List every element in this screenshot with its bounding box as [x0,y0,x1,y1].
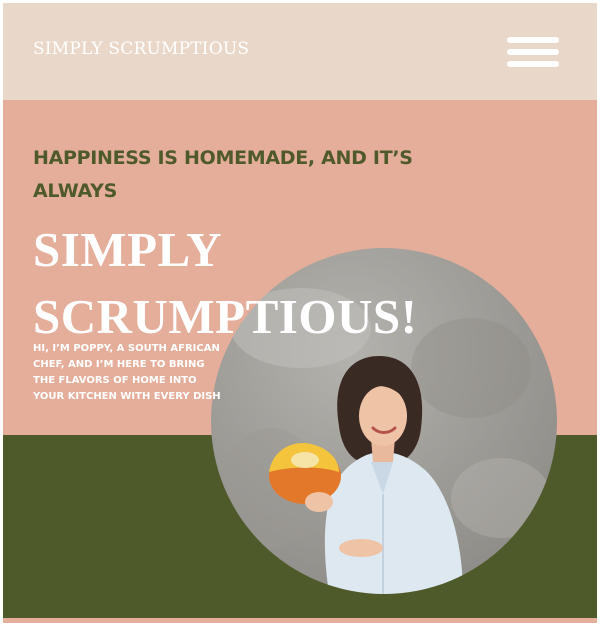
menu-bar [507,61,559,67]
page-frame: SIMPLY SCRUMPTIOUS HAPPINESS IS HOMEMADE… [3,3,597,623]
hero-headline: SIMPLY SCRUMPTIOUS! [33,222,418,344]
site-logo[interactable]: SIMPLY SCRUMPTIOUS [33,39,249,59]
hero-tagline: HAPPINESS IS HOMEMADE, AND IT’S ALWAYS [33,147,413,202]
hamburger-menu-icon[interactable] [507,35,559,69]
hero-bottom-strip [3,618,597,623]
hero-section: HAPPINESS IS HOMEMADE, AND IT’S ALWAYS S… [3,100,597,623]
site-header: SIMPLY SCRUMPTIOUS [3,3,597,100]
hero-intro-text: HI, I’M POPPY, A SOUTH AFRICAN CHEF, AND… [33,343,221,402]
menu-bar [507,49,559,55]
menu-bar [507,37,559,43]
